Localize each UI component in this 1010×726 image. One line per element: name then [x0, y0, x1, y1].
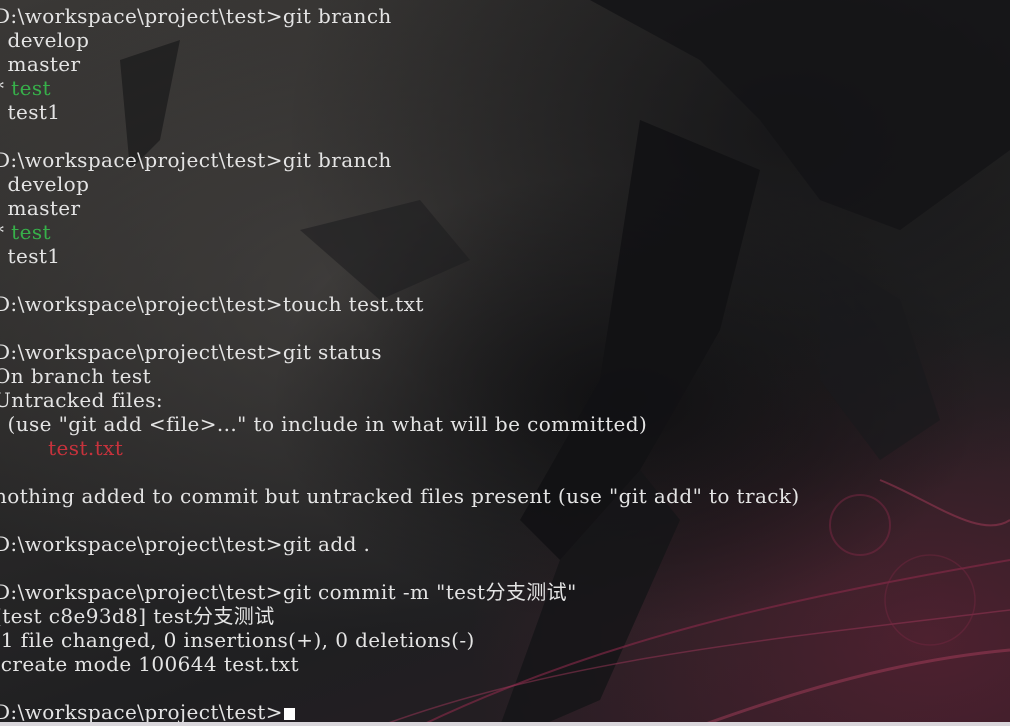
line-text: test1: [0, 100, 61, 124]
line-prefix: *: [0, 220, 11, 244]
output-line: 1 file changed, 0 insertions(+), 0 delet…: [0, 628, 1010, 652]
line-text: Untracked files:: [0, 388, 164, 412]
output-line: On branch test: [0, 364, 1010, 388]
line-text: D:\workspace\project\test>: [0, 700, 283, 724]
line-text: master: [0, 196, 81, 220]
output-line: * test: [0, 220, 1010, 244]
output-line: master: [0, 52, 1010, 76]
line-text: nothing added to commit but untracked fi…: [0, 484, 800, 508]
output-line: test1: [0, 244, 1010, 268]
current-branch-name: test: [11, 76, 51, 100]
output-line: D:\workspace\project\test>git commit -m …: [0, 580, 1010, 604]
line-text: create mode 100644 test.txt: [0, 652, 299, 676]
output-line: D:\workspace\project\test>git status: [0, 340, 1010, 364]
line-text: master: [0, 52, 81, 76]
line-text: D:\workspace\project\test>git branch: [0, 148, 392, 172]
terminal-output[interactable]: D:\workspace\project\test>git branch dev…: [0, 4, 1010, 724]
output-line: master: [0, 196, 1010, 220]
line-text: develop: [0, 172, 90, 196]
output-line: D:\workspace\project\test>git branch: [0, 4, 1010, 28]
output-line: (use "git add <file>..." to include in w…: [0, 412, 1010, 436]
output-line: nothing added to commit but untracked fi…: [0, 484, 1010, 508]
output-line: test.txt: [0, 436, 1010, 460]
output-line: create mode 100644 test.txt: [0, 652, 1010, 676]
terminal-window[interactable]: D:\workspace\project\test>git branch dev…: [0, 0, 1010, 726]
line-text: On branch test: [0, 364, 152, 388]
line-text: [test c8e93d8] test分支测试: [0, 604, 275, 628]
line-text: (use "git add <file>..." to include in w…: [0, 412, 648, 436]
current-branch-name: test: [11, 220, 51, 244]
untracked-file-name: test.txt: [48, 436, 124, 460]
line-text: D:\workspace\project\test>git add .: [0, 532, 371, 556]
line-text: D:\workspace\project\test>git commit -m …: [0, 580, 577, 604]
line-text: D:\workspace\project\test>touch test.txt: [0, 292, 424, 316]
window-bottom-edge: [0, 722, 1010, 726]
output-line: develop: [0, 28, 1010, 52]
line-text: test1: [0, 244, 61, 268]
output-line: D:\workspace\project\test>git branch: [0, 148, 1010, 172]
line-text: 1 file changed, 0 insertions(+), 0 delet…: [0, 628, 475, 652]
output-line: D:\workspace\project\test>touch test.txt: [0, 292, 1010, 316]
line-text: develop: [0, 28, 90, 52]
line-prefix: *: [0, 76, 11, 100]
output-line: develop: [0, 172, 1010, 196]
prompt-line: D:\workspace\project\test>: [0, 700, 1010, 724]
output-line: Untracked files:: [0, 388, 1010, 412]
output-line: [test c8e93d8] test分支测试: [0, 604, 1010, 628]
line-prefix: [0, 436, 48, 460]
text-cursor: [283, 708, 295, 720]
output-line: test1: [0, 100, 1010, 124]
line-text: D:\workspace\project\test>git status: [0, 340, 382, 364]
line-text: D:\workspace\project\test>git branch: [0, 4, 392, 28]
output-line: * test: [0, 76, 1010, 100]
output-line: D:\workspace\project\test>git add .: [0, 532, 1010, 556]
